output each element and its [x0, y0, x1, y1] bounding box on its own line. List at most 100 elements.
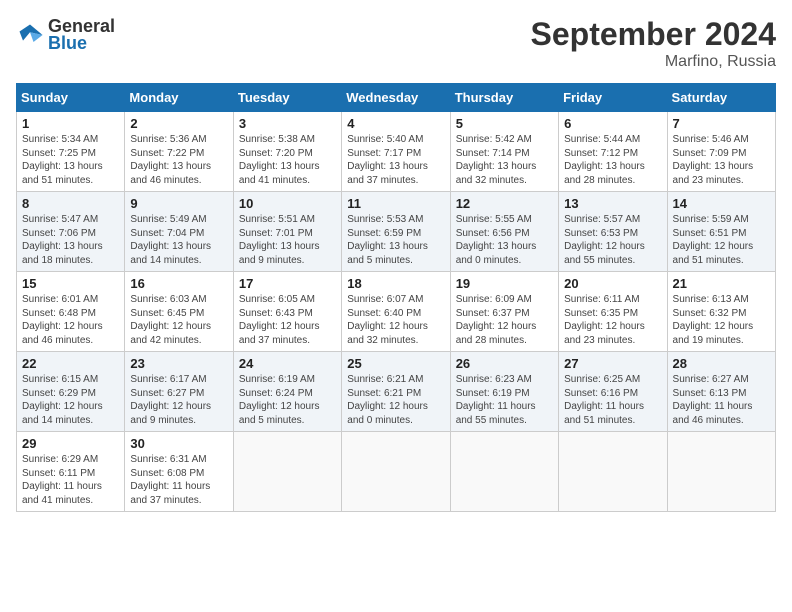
calendar-day-13: 13 Sunrise: 5:57 AM Sunset: 6:53 PM Dayli…: [559, 192, 667, 272]
calendar-day-6: 6 Sunrise: 5:44 AM Sunset: 7:12 PM Daylig…: [559, 112, 667, 192]
empty-cell: [342, 432, 450, 512]
day-info: Sunrise: 5:46 AM Sunset: 7:09 PM Dayligh…: [673, 133, 770, 187]
calendar-day-16: 16 Sunrise: 6:03 AM Sunset: 6:45 PM Dayli…: [125, 272, 233, 352]
day-info: Sunrise: 6:17 AM Sunset: 6:27 PM Dayligh…: [130, 373, 227, 427]
empty-cell: [667, 432, 775, 512]
calendar-day-29: 29 Sunrise: 6:29 AM Sunset: 6:11 PM Dayli…: [17, 432, 125, 512]
day-info: Sunrise: 6:13 AM Sunset: 6:32 PM Dayligh…: [673, 293, 770, 347]
day-info: Sunrise: 5:36 AM Sunset: 7:22 PM Dayligh…: [130, 133, 227, 187]
calendar-day-9: 9 Sunrise: 5:49 AM Sunset: 7:04 PM Daylig…: [125, 192, 233, 272]
calendar-day-20: 20 Sunrise: 6:11 AM Sunset: 6:35 PM Dayli…: [559, 272, 667, 352]
day-info: Sunrise: 6:29 AM Sunset: 6:11 PM Dayligh…: [22, 453, 119, 507]
day-number: 30: [130, 436, 227, 451]
day-info: Sunrise: 6:21 AM Sunset: 6:21 PM Dayligh…: [347, 373, 444, 427]
page-header: General Blue September 2024 Marfino, Rus…: [16, 16, 776, 71]
day-number: 27: [564, 356, 661, 371]
empty-cell: [233, 432, 341, 512]
calendar-day-8: 8Sunrise: 5:47 AM Sunset: 7:06 PM Daylig…: [17, 192, 125, 272]
day-number: 1: [22, 116, 119, 131]
day-info: Sunrise: 6:15 AM Sunset: 6:29 PM Dayligh…: [22, 373, 119, 427]
calendar-table: SundayMondayTuesdayWednesdayThursdayFrid…: [16, 83, 776, 512]
weekday-header-monday: Monday: [125, 84, 233, 112]
empty-cell: [559, 432, 667, 512]
day-number: 12: [456, 196, 553, 211]
calendar-day-24: 24 Sunrise: 6:19 AM Sunset: 6:24 PM Dayli…: [233, 352, 341, 432]
day-number: 23: [130, 356, 227, 371]
logo: General Blue: [16, 16, 115, 54]
calendar-day-10: 10 Sunrise: 5:51 AM Sunset: 7:01 PM Dayli…: [233, 192, 341, 272]
day-info: Sunrise: 5:57 AM Sunset: 6:53 PM Dayligh…: [564, 213, 661, 267]
day-info: Sunrise: 5:38 AM Sunset: 7:20 PM Dayligh…: [239, 133, 336, 187]
day-number: 5: [456, 116, 553, 131]
calendar-day-22: 22 Sunrise: 6:15 AM Sunset: 6:29 PM Dayli…: [17, 352, 125, 432]
day-number: 13: [564, 196, 661, 211]
calendar-day-17: 17 Sunrise: 6:05 AM Sunset: 6:43 PM Dayli…: [233, 272, 341, 352]
day-info: Sunrise: 5:44 AM Sunset: 7:12 PM Dayligh…: [564, 133, 661, 187]
calendar-day-3: 3 Sunrise: 5:38 AM Sunset: 7:20 PM Daylig…: [233, 112, 341, 192]
day-info: Sunrise: 6:11 AM Sunset: 6:35 PM Dayligh…: [564, 293, 661, 347]
calendar-day-23: 23 Sunrise: 6:17 AM Sunset: 6:27 PM Dayli…: [125, 352, 233, 432]
location: Marfino, Russia: [531, 53, 776, 71]
weekday-header-sunday: Sunday: [17, 84, 125, 112]
calendar-day-2: 2 Sunrise: 5:36 AM Sunset: 7:22 PM Daylig…: [125, 112, 233, 192]
day-number: 14: [673, 196, 770, 211]
weekday-header-saturday: Saturday: [667, 84, 775, 112]
day-info: Sunrise: 6:31 AM Sunset: 6:08 PM Dayligh…: [130, 453, 227, 507]
title-block: September 2024 Marfino, Russia: [531, 16, 776, 71]
day-info: Sunrise: 5:47 AM Sunset: 7:06 PM Dayligh…: [22, 213, 119, 267]
day-info: Sunrise: 5:34 AM Sunset: 7:25 PM Dayligh…: [22, 133, 119, 187]
day-number: 15: [22, 276, 119, 291]
logo-text: General Blue: [48, 16, 115, 54]
calendar-day-11: 11 Sunrise: 5:53 AM Sunset: 6:59 PM Dayli…: [342, 192, 450, 272]
calendar-day-15: 15 Sunrise: 6:01 AM Sunset: 6:48 PM Dayli…: [17, 272, 125, 352]
calendar-day-5: 5Sunrise: 5:42 AM Sunset: 7:14 PM Daylig…: [450, 112, 558, 192]
day-number: 19: [456, 276, 553, 291]
weekday-header-thursday: Thursday: [450, 84, 558, 112]
day-number: 9: [130, 196, 227, 211]
day-number: 24: [239, 356, 336, 371]
day-info: Sunrise: 6:03 AM Sunset: 6:45 PM Dayligh…: [130, 293, 227, 347]
day-number: 25: [347, 356, 444, 371]
month-title: September 2024: [531, 16, 776, 53]
calendar-day-1: 1 Sunrise: 5:34 AM Sunset: 7:25 PM Daylig…: [17, 112, 125, 192]
day-number: 22: [22, 356, 119, 371]
calendar-day-12: 12 Sunrise: 5:55 AM Sunset: 6:56 PM Dayli…: [450, 192, 558, 272]
day-info: Sunrise: 5:59 AM Sunset: 6:51 PM Dayligh…: [673, 213, 770, 267]
day-number: 2: [130, 116, 227, 131]
calendar-day-14: 14 Sunrise: 5:59 AM Sunset: 6:51 PM Dayli…: [667, 192, 775, 272]
day-number: 3: [239, 116, 336, 131]
day-info: Sunrise: 6:23 AM Sunset: 6:19 PM Dayligh…: [456, 373, 553, 427]
day-number: 4: [347, 116, 444, 131]
calendar-day-21: 21 Sunrise: 6:13 AM Sunset: 6:32 PM Dayli…: [667, 272, 775, 352]
day-number: 29: [22, 436, 119, 451]
day-info: Sunrise: 6:09 AM Sunset: 6:37 PM Dayligh…: [456, 293, 553, 347]
calendar-day-25: 25 Sunrise: 6:21 AM Sunset: 6:21 PM Dayli…: [342, 352, 450, 432]
day-number: 28: [673, 356, 770, 371]
day-info: Sunrise: 5:55 AM Sunset: 6:56 PM Dayligh…: [456, 213, 553, 267]
day-info: Sunrise: 6:01 AM Sunset: 6:48 PM Dayligh…: [22, 293, 119, 347]
day-number: 20: [564, 276, 661, 291]
day-info: Sunrise: 5:53 AM Sunset: 6:59 PM Dayligh…: [347, 213, 444, 267]
weekday-header-friday: Friday: [559, 84, 667, 112]
day-info: Sunrise: 5:49 AM Sunset: 7:04 PM Dayligh…: [130, 213, 227, 267]
day-number: 10: [239, 196, 336, 211]
day-info: Sunrise: 5:40 AM Sunset: 7:17 PM Dayligh…: [347, 133, 444, 187]
day-number: 11: [347, 196, 444, 211]
calendar-day-30: 30 Sunrise: 6:31 AM Sunset: 6:08 PM Dayli…: [125, 432, 233, 512]
day-number: 7: [673, 116, 770, 131]
day-info: Sunrise: 6:05 AM Sunset: 6:43 PM Dayligh…: [239, 293, 336, 347]
day-info: Sunrise: 6:07 AM Sunset: 6:40 PM Dayligh…: [347, 293, 444, 347]
day-info: Sunrise: 6:19 AM Sunset: 6:24 PM Dayligh…: [239, 373, 336, 427]
logo-icon: [16, 21, 44, 49]
weekday-header-tuesday: Tuesday: [233, 84, 341, 112]
calendar-day-19: 19 Sunrise: 6:09 AM Sunset: 6:37 PM Dayli…: [450, 272, 558, 352]
day-info: Sunrise: 5:51 AM Sunset: 7:01 PM Dayligh…: [239, 213, 336, 267]
day-number: 6: [564, 116, 661, 131]
day-info: Sunrise: 6:27 AM Sunset: 6:13 PM Dayligh…: [673, 373, 770, 427]
calendar-day-7: 7 Sunrise: 5:46 AM Sunset: 7:09 PM Daylig…: [667, 112, 775, 192]
calendar-day-28: 28 Sunrise: 6:27 AM Sunset: 6:13 PM Dayli…: [667, 352, 775, 432]
day-number: 26: [456, 356, 553, 371]
day-number: 16: [130, 276, 227, 291]
day-number: 17: [239, 276, 336, 291]
day-number: 21: [673, 276, 770, 291]
